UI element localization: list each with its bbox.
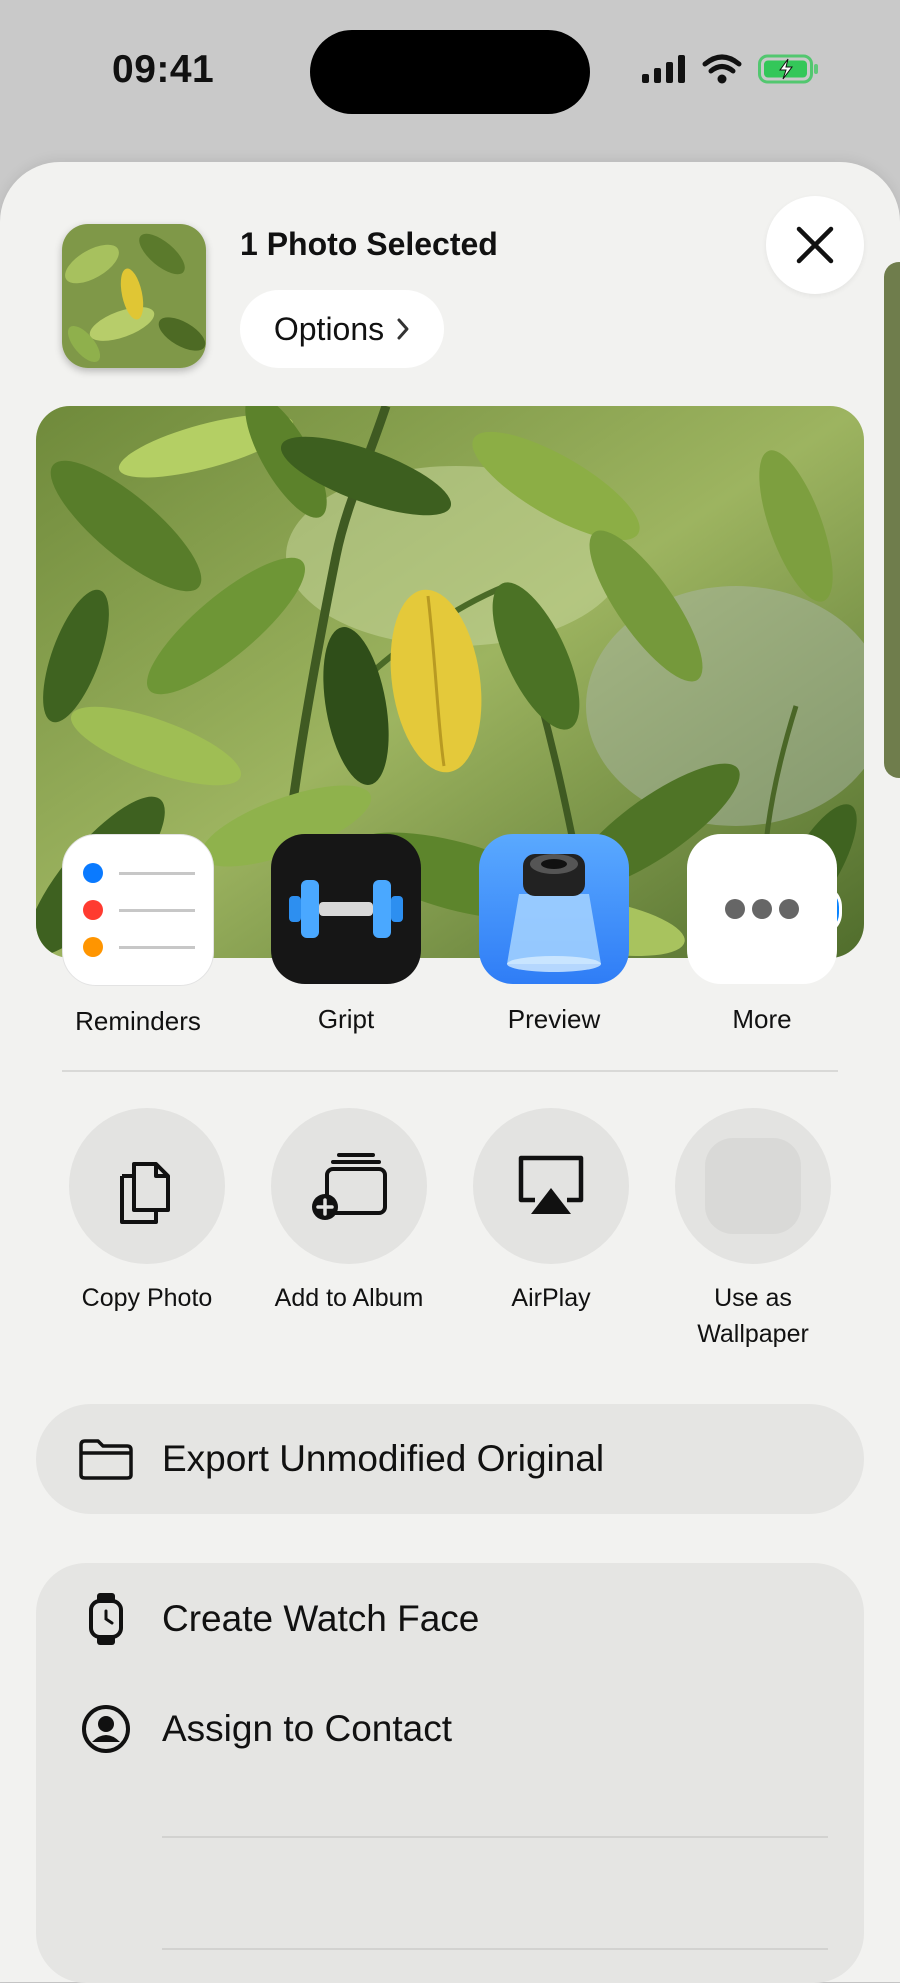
close-button[interactable] xyxy=(766,196,864,294)
share-apps-row: Reminders Gript Preview More xyxy=(62,834,838,1037)
app-preview[interactable]: Preview xyxy=(478,834,630,1037)
export-label: Export Unmodified Original xyxy=(162,1438,605,1479)
status-bar: 09:41 xyxy=(0,0,900,150)
app-label: Preview xyxy=(507,1004,601,1034)
export-unmodified-original-row[interactable]: Export Unmodified Original xyxy=(36,1404,864,1514)
reminders-icon xyxy=(62,834,214,986)
status-icons xyxy=(642,54,820,84)
list-item-label: Assign to Contact xyxy=(162,1708,452,1749)
chevron-right-icon xyxy=(397,318,409,340)
contact-icon xyxy=(76,1704,136,1754)
wallpaper-icon xyxy=(675,1108,831,1264)
action-airplay[interactable]: AirPlay xyxy=(466,1108,636,1352)
preview-icon xyxy=(479,834,629,984)
list-divider xyxy=(162,1948,828,1950)
wifi-icon xyxy=(702,54,742,84)
folder-icon xyxy=(76,1437,136,1481)
action-label: Add to Album xyxy=(274,1284,424,1312)
next-photo-peek[interactable] xyxy=(884,262,900,778)
action-label: Use as Wallpaper xyxy=(697,1284,809,1348)
gript-icon xyxy=(271,834,421,984)
options-label: Options xyxy=(273,310,385,347)
app-label: Gript xyxy=(317,1004,375,1034)
watch-icon xyxy=(76,1591,136,1647)
list-item-label: Create Watch Face xyxy=(162,1598,480,1639)
photo-thumbnail xyxy=(62,224,206,368)
battery-icon xyxy=(758,54,818,84)
add-to-album-icon xyxy=(271,1108,427,1264)
selection-title: 1 Photo Selected xyxy=(240,226,498,262)
list-item-assign-to-contact[interactable]: Assign to Contact xyxy=(36,1673,864,1785)
actions-row: Copy Photo Add to Album AirPlay Use as W… xyxy=(62,1108,838,1352)
app-label: Reminders xyxy=(75,1006,201,1036)
app-gript[interactable]: Gript xyxy=(270,834,422,1037)
close-icon xyxy=(796,226,834,264)
list-item-create-watch-face[interactable]: Create Watch Face xyxy=(36,1563,864,1675)
options-button[interactable]: Options xyxy=(240,290,444,368)
divider xyxy=(62,1070,838,1072)
actions-list: Create Watch Face Assign to Contact xyxy=(36,1563,864,1983)
action-add-to-album[interactable]: Add to Album xyxy=(264,1108,434,1352)
action-label: Copy Photo xyxy=(81,1284,213,1312)
app-label: More xyxy=(732,1004,792,1034)
action-use-as-wallpaper[interactable]: Use as Wallpaper xyxy=(668,1108,838,1352)
copy-icon xyxy=(69,1108,225,1264)
action-copy-photo[interactable]: Copy Photo xyxy=(62,1108,232,1352)
airplay-icon xyxy=(473,1108,629,1264)
app-reminders[interactable]: Reminders xyxy=(62,834,214,1037)
action-label: AirPlay xyxy=(511,1284,591,1312)
dynamic-island xyxy=(310,30,590,114)
app-more[interactable]: More xyxy=(686,834,838,1037)
signal-icon xyxy=(642,55,685,83)
list-divider xyxy=(162,1836,828,1838)
status-time: 09:41 xyxy=(112,48,215,91)
more-icon xyxy=(687,834,837,984)
